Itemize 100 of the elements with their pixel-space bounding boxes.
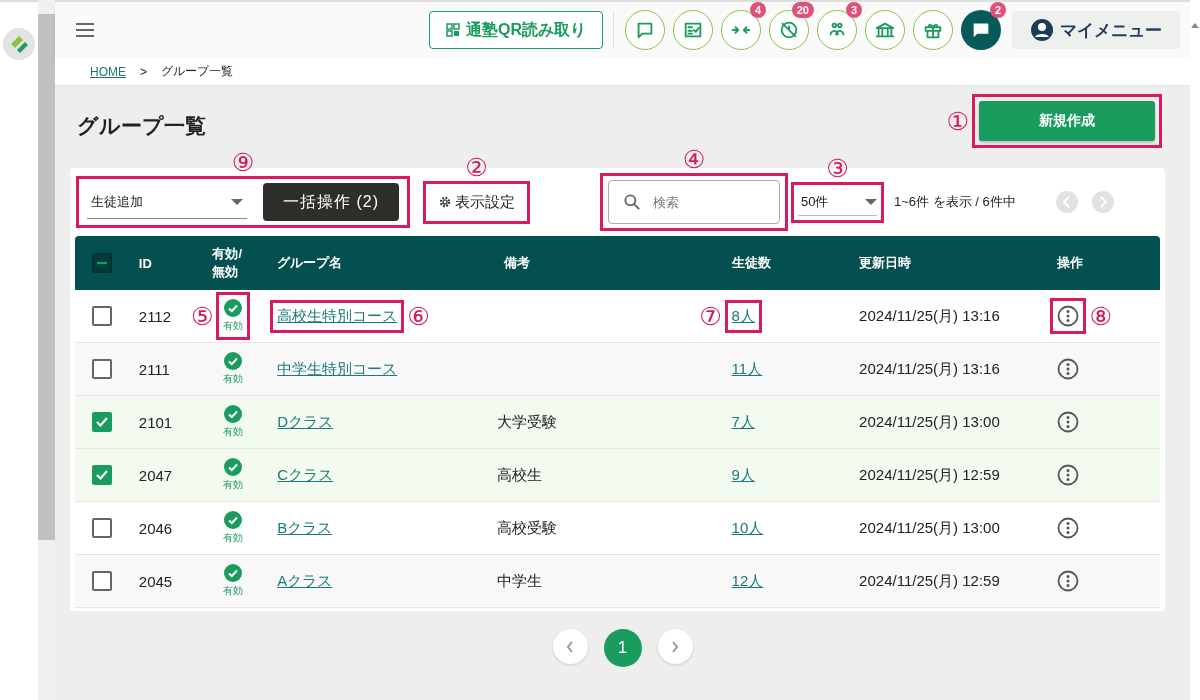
- student-count-link[interactable]: 7人: [731, 412, 755, 432]
- callout-number: ⑦: [699, 303, 722, 329]
- row-checkbox[interactable]: [91, 359, 112, 379]
- bulk-action-button[interactable]: 一括操作 (2): [263, 183, 399, 221]
- table-cell: 2024/11/25(月) 13:00: [859, 412, 1000, 432]
- status-label: 有効: [223, 531, 244, 545]
- count-badge: 2: [989, 2, 1006, 18]
- more-options-icon[interactable]: [1057, 411, 1080, 433]
- table-cell: 2024/11/25(月) 12:59: [859, 571, 1000, 591]
- status-label: 有効: [223, 319, 244, 333]
- qr-icon: [446, 23, 460, 37]
- table-cell: 高校受験: [497, 518, 558, 538]
- clock-off-icon: [778, 19, 800, 41]
- student-count-link[interactable]: 8人: [731, 306, 755, 326]
- callout-number: ⑧: [1089, 303, 1112, 329]
- more-options-icon[interactable]: [1057, 517, 1080, 539]
- chevron-right-icon: [670, 639, 680, 654]
- dropdown-caret-icon: [231, 198, 243, 205]
- more-options-icon[interactable]: [1057, 358, 1080, 380]
- count-badge: 3: [845, 2, 862, 18]
- page-title: グループ一覧: [77, 113, 206, 139]
- group-name-link[interactable]: 高校生特別コース: [277, 306, 398, 326]
- header-icon-button[interactable]: [913, 10, 953, 50]
- callout-number: ④: [682, 147, 706, 172]
- column-header: 生徒数: [730, 254, 771, 272]
- select-all-checkbox[interactable]: [91, 253, 112, 273]
- search-icon: [622, 192, 642, 212]
- gear-icon: [438, 195, 452, 209]
- more-options-icon[interactable]: [1057, 570, 1080, 592]
- group-name-link[interactable]: 中学生特別コース: [277, 359, 398, 379]
- column-header: 操作: [1056, 254, 1084, 272]
- table-cell: 2024/11/25(月) 12:59: [859, 465, 1000, 485]
- header-icon-button[interactable]: [673, 10, 713, 50]
- status-label: 有効: [223, 425, 244, 439]
- search-field[interactable]: 検索: [608, 180, 780, 224]
- row-checkbox[interactable]: [91, 306, 112, 326]
- callout-number: ②: [465, 154, 488, 180]
- count-badge: 20: [791, 2, 814, 18]
- row-checkbox[interactable]: [91, 465, 112, 485]
- checkmark-icon: [94, 468, 109, 482]
- user-icon: [1030, 18, 1054, 42]
- chevron-left-icon: [1061, 196, 1072, 208]
- student-count-link[interactable]: 9人: [731, 465, 755, 485]
- student-count-link[interactable]: 10人: [731, 518, 764, 538]
- table-cell: 2024/11/25(月) 13:16: [859, 359, 1000, 379]
- dropdown-caret-icon: [865, 198, 877, 205]
- group-name-link[interactable]: Bクラス: [277, 518, 333, 538]
- status-label: 有効: [223, 584, 244, 598]
- table-cell: 2047: [138, 466, 173, 484]
- row-checkbox[interactable]: [91, 571, 112, 591]
- new-button[interactable]: 新規作成: [979, 101, 1155, 141]
- checkmark-icon: [94, 415, 109, 429]
- status-label: 有効: [223, 372, 244, 386]
- chevron-right-icon: [1097, 196, 1108, 208]
- table-cell: 2046: [138, 519, 173, 537]
- header-icon-button[interactable]: [625, 10, 665, 50]
- breadcrumb-link[interactable]: HOME: [90, 64, 126, 79]
- callout-number: ①: [946, 108, 969, 134]
- column-header: 更新日時: [859, 254, 912, 272]
- my-menu-button[interactable]: マイメニュー: [1012, 11, 1180, 49]
- callout-number: ⑤: [191, 303, 214, 329]
- table-cell: 2101: [138, 413, 173, 431]
- chevron-left-icon: [565, 639, 575, 654]
- count-badge: 4: [749, 2, 766, 18]
- per-page-select[interactable]: 50件: [798, 188, 877, 216]
- callout-number: ⑨: [231, 150, 255, 175]
- table-cell: 2111: [138, 360, 170, 378]
- display-settings-button[interactable]: 表示設定: [430, 187, 523, 217]
- column-header: 備考: [502, 254, 531, 272]
- status-label: 有効: [223, 478, 244, 492]
- more-options-icon[interactable]: [1057, 305, 1080, 327]
- header-icon-button[interactable]: [865, 10, 905, 50]
- breadcrumb-current: グループ一覧: [161, 63, 233, 80]
- table-cell: 中学生: [497, 571, 543, 591]
- group-name-link[interactable]: Dクラス: [277, 412, 334, 432]
- table-cell: 2112: [138, 307, 172, 325]
- callout-number: ⑥: [407, 303, 430, 329]
- scroll-up-icon[interactable]: [1191, 22, 1199, 28]
- row-checkbox[interactable]: [91, 518, 112, 538]
- more-options-icon[interactable]: [1057, 464, 1080, 486]
- student-count-link[interactable]: 11人: [731, 359, 763, 379]
- group-name-link[interactable]: Aクラス: [277, 571, 333, 591]
- page-number-button[interactable]: 1: [603, 629, 642, 667]
- range-text: 1~6件 を表示 / 6件中: [894, 193, 1016, 211]
- breadcrumb-separator: >: [140, 64, 147, 79]
- table-cell: 2024/11/25(月) 13:16: [859, 306, 1000, 326]
- table-cell: 大学受験: [497, 412, 558, 432]
- table-cell: 高校生: [497, 465, 543, 485]
- student-count-link[interactable]: 12人: [731, 571, 764, 591]
- logo-icon[interactable]: [3, 28, 35, 60]
- table-cell: 2045: [138, 572, 173, 590]
- callout-number: ③: [826, 155, 849, 181]
- column-header: グループ名: [276, 254, 343, 272]
- qr-scan-button[interactable]: 通塾QR読み取り: [429, 11, 603, 49]
- group-name-link[interactable]: Cクラス: [277, 465, 334, 485]
- table-cell: 2024/11/25(月) 13:00: [859, 518, 1000, 538]
- column-header: ID: [138, 255, 152, 271]
- row-checkbox[interactable]: [91, 412, 112, 432]
- scrollbar[interactable]: [38, 0, 55, 700]
- action-select[interactable]: 生徒追加: [87, 185, 247, 219]
